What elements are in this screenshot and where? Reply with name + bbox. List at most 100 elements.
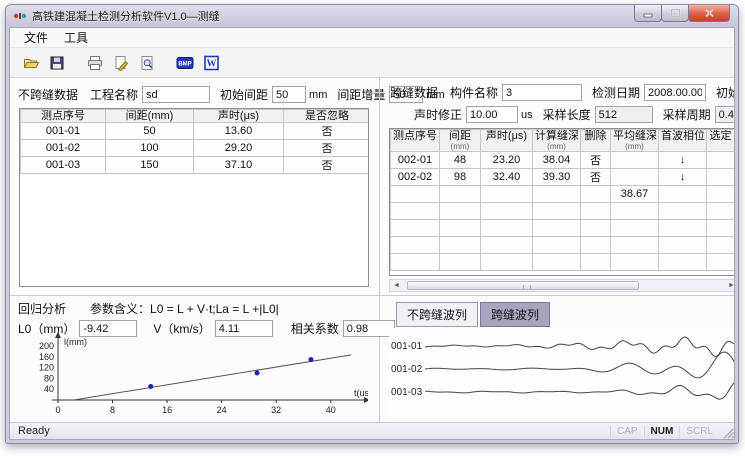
cell[interactable] <box>581 203 611 220</box>
cell[interactable]: 13.60 <box>194 123 284 140</box>
cell[interactable]: 32.40 <box>481 169 533 186</box>
cell[interactable] <box>391 220 440 237</box>
cell[interactable] <box>391 254 440 271</box>
cell[interactable]: 50 <box>106 123 194 140</box>
cell[interactable]: 37.10 <box>194 157 284 174</box>
save-button[interactable] <box>44 51 70 75</box>
cell[interactable] <box>533 254 581 271</box>
vertical-splitter[interactable] <box>379 78 380 422</box>
cell[interactable] <box>481 254 533 271</box>
cell[interactable] <box>581 254 611 271</box>
cell[interactable]: 98 <box>440 169 481 186</box>
sample-period-input[interactable] <box>715 106 734 123</box>
scrollbar-thumb[interactable] <box>407 281 639 290</box>
cell[interactable]: 否 <box>581 152 611 169</box>
cell[interactable] <box>391 186 440 203</box>
cell[interactable] <box>611 254 659 271</box>
horizontal-splitter[interactable] <box>10 295 734 296</box>
cell[interactable]: 38.67 <box>611 186 659 203</box>
tab-non-cross-seam-waves[interactable]: 不跨缝波列 <box>396 302 478 327</box>
cell[interactable] <box>707 237 735 254</box>
initial-spacing-input[interactable] <box>272 86 306 103</box>
cell[interactable]: ↓ <box>659 152 707 169</box>
cell[interactable] <box>659 186 707 203</box>
cell[interactable] <box>707 152 735 169</box>
cell[interactable]: 23.20 <box>481 152 533 169</box>
cell[interactable] <box>581 220 611 237</box>
print-setup-button[interactable] <box>108 51 134 75</box>
cell[interactable]: 001-03 <box>21 157 106 174</box>
cell[interactable] <box>481 186 533 203</box>
cell[interactable]: 001-02 <box>21 140 106 157</box>
resize-grip[interactable] <box>719 423 734 439</box>
cell[interactable] <box>659 254 707 271</box>
menu-tools[interactable]: 工具 <box>56 27 96 48</box>
cell[interactable] <box>533 220 581 237</box>
cell[interactable]: 002-02 <box>391 169 440 186</box>
open-file-button[interactable] <box>18 51 44 75</box>
cell[interactable]: 001-01 <box>21 123 106 140</box>
sample-length-input[interactable] <box>595 106 653 123</box>
table-row <box>391 203 735 220</box>
cell[interactable]: 39.30 <box>533 169 581 186</box>
maximize-button[interactable] <box>661 5 689 22</box>
horizontal-scrollbar[interactable]: ◄ ► <box>389 279 734 292</box>
cell[interactable] <box>707 169 735 186</box>
cell[interactable] <box>707 203 735 220</box>
cell[interactable] <box>611 203 659 220</box>
cell[interactable] <box>707 186 735 203</box>
waveform-trace <box>425 382 734 400</box>
time-correction-input[interactable] <box>466 106 518 123</box>
cell[interactable] <box>659 237 707 254</box>
scroll-left-arrow[interactable]: ◄ <box>390 280 403 291</box>
test-date-input[interactable] <box>644 84 706 101</box>
cell[interactable]: 否 <box>581 169 611 186</box>
cell[interactable] <box>440 220 481 237</box>
menu-file[interactable]: 文件 <box>16 27 56 48</box>
cell[interactable] <box>533 203 581 220</box>
cell[interactable] <box>481 203 533 220</box>
close-button[interactable] <box>688 5 730 22</box>
project-name-input[interactable] <box>142 86 210 103</box>
cell[interactable] <box>391 237 440 254</box>
cell[interactable]: 48 <box>440 152 481 169</box>
cell[interactable]: ↓ <box>659 169 707 186</box>
cell[interactable] <box>659 203 707 220</box>
cell[interactable] <box>611 152 659 169</box>
export-bmp-button[interactable]: BMP <box>172 51 198 75</box>
cell[interactable] <box>707 220 735 237</box>
cell[interactable] <box>611 220 659 237</box>
cell[interactable] <box>440 186 481 203</box>
print-button[interactable] <box>82 51 108 75</box>
cell[interactable] <box>481 237 533 254</box>
cell[interactable] <box>481 220 533 237</box>
scrollbar-track[interactable] <box>403 280 725 291</box>
cell[interactable]: 38.04 <box>533 152 581 169</box>
cell[interactable] <box>440 254 481 271</box>
cell[interactable]: 否 <box>284 140 370 157</box>
cell[interactable] <box>611 237 659 254</box>
print-preview-button[interactable] <box>134 51 160 75</box>
cell[interactable] <box>707 254 735 271</box>
tab-cross-seam-waves[interactable]: 跨缝波列 <box>480 302 550 327</box>
cell[interactable] <box>611 169 659 186</box>
cell[interactable]: 29.20 <box>194 140 284 157</box>
scroll-right-arrow[interactable]: ► <box>725 280 734 291</box>
cell[interactable] <box>533 237 581 254</box>
cell[interactable] <box>659 220 707 237</box>
cell[interactable] <box>391 203 440 220</box>
cell[interactable]: 150 <box>106 157 194 174</box>
cell[interactable] <box>581 237 611 254</box>
export-word-button[interactable]: W <box>198 51 224 75</box>
cell[interactable]: 否 <box>284 123 370 140</box>
cell[interactable] <box>440 203 481 220</box>
cell[interactable]: 002-01 <box>391 152 440 169</box>
cell[interactable]: 100 <box>106 140 194 157</box>
cell[interactable] <box>533 186 581 203</box>
cell[interactable]: 否 <box>284 157 370 174</box>
component-name-input[interactable] <box>502 84 582 101</box>
minimize-button[interactable] <box>634 5 662 22</box>
cell[interactable] <box>440 237 481 254</box>
cell[interactable] <box>581 186 611 203</box>
title-bar[interactable]: 高铁建混凝土检测分析软件V1.0—测缝 <box>6 5 738 27</box>
